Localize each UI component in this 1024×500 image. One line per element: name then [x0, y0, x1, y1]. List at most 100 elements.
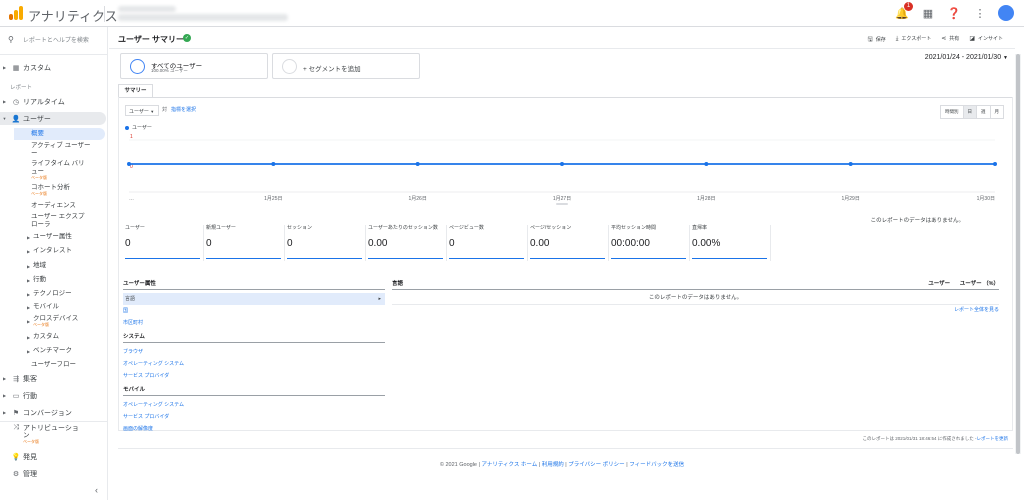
more-vert-icon[interactable]: ⋮ — [972, 5, 988, 21]
scorecard[interactable]: ページ/セッション 0.00 — [528, 223, 609, 261]
sidebar-item-technology[interactable]: テクノロジー — [33, 290, 72, 298]
scorecard[interactable]: ページビュー数 0 — [447, 223, 528, 261]
footer-link-feedback[interactable]: フィードバックを送信 — [629, 462, 684, 468]
help-icon[interactable]: ❓ — [946, 5, 962, 21]
date-range-picker[interactable]: 2021/01/24 - 2021/01/30 ▼ — [925, 54, 1008, 61]
data-point[interactable] — [848, 162, 853, 166]
avatar[interactable] — [998, 5, 1014, 21]
x-tick-label: 1月28日 — [697, 196, 715, 202]
scorecard-sparkline — [368, 257, 443, 259]
sidebar-item-user-explorer-wrap[interactable]: ローラ — [31, 221, 51, 229]
granularity-week[interactable]: 週 — [977, 106, 991, 118]
granularity-hourly[interactable]: 時間別 — [941, 106, 964, 118]
sidebar-item-acquisition[interactable]: ▶ ⇶ 集客 — [0, 372, 106, 385]
dimension-link[interactable]: ブラウザ — [123, 346, 385, 358]
behavior-icon: ▭ — [12, 392, 20, 400]
dimension-link[interactable]: 市区町村 — [123, 317, 385, 329]
sidebar-item-custom-sub[interactable]: カスタム — [33, 333, 59, 341]
scorecard[interactable]: セッション 0 — [285, 223, 366, 261]
add-segment-label: + セグメントを追加 — [303, 66, 361, 73]
sidebar-item-realtime[interactable]: ▶ ◷ リアルタイム — [0, 95, 106, 108]
data-point[interactable] — [704, 162, 709, 166]
sidebar-item-benchmark[interactable]: ベンチマーク — [33, 347, 72, 355]
sidebar-item-active-users[interactable]: アクティブ ユーザー — [31, 142, 90, 150]
segment-percentage: 100.00% ユーザー — [151, 68, 188, 73]
scorecard[interactable]: ユーザー 0 — [123, 223, 204, 261]
sidebar-item-overview[interactable]: 概要 — [14, 128, 105, 140]
dimension-group-title: モバイル — [123, 385, 385, 396]
sidebar-item-audiences[interactable]: オーディエンス — [31, 202, 76, 210]
data-point[interactable] — [560, 162, 564, 166]
scorecard[interactable]: 直帰率 0.00% — [690, 223, 771, 261]
data-point[interactable] — [993, 162, 997, 166]
sidebar-item-conversions[interactable]: ▶ ⚑ コンバージョン — [0, 406, 106, 419]
sidebar-item-interests[interactable]: インタレスト — [33, 247, 72, 255]
dimension-link[interactable]: サービス プロバイダ — [123, 411, 385, 423]
sidebar-item-label: 集客 — [23, 375, 37, 383]
sidebar-item-mobile[interactable]: モバイル — [33, 303, 59, 311]
sidebar-item-attribution[interactable]: ⤨ アトリビューショ — [0, 423, 106, 433]
dimension-link[interactable]: 国 — [123, 305, 385, 317]
select-metric-link[interactable]: 指標を選択 — [171, 106, 196, 113]
dimension-link[interactable]: 画面の解像度 — [123, 423, 385, 435]
refresh-report-link[interactable]: レポートを更新 — [977, 436, 1009, 441]
account-name-redacted[interactable] — [118, 6, 176, 12]
data-point[interactable] — [415, 162, 420, 166]
sidebar-item-user-explorer[interactable]: ユーザー エクスプ — [31, 213, 84, 221]
search-input[interactable]: レポートとヘルプを検索 — [23, 35, 89, 44]
search-row[interactable]: ⚲ レポートとヘルプを検索 — [8, 35, 89, 44]
search-icon: ⚲ — [8, 35, 14, 44]
sidebar-item-label: 行動 — [23, 392, 37, 400]
scorecard[interactable]: 新規ユーザー 0 — [204, 223, 285, 261]
data-point[interactable] — [271, 162, 276, 166]
dimension-link[interactable]: 言語 — [123, 293, 385, 305]
footer-link-analytics-home[interactable]: アナリティクス ホーム — [481, 462, 537, 468]
property-name-redacted[interactable] — [118, 14, 288, 21]
notifications-bell-icon[interactable]: 🔔 1 — [894, 2, 913, 21]
scorecard-label: ユーザー — [125, 225, 145, 231]
range-handle[interactable] — [556, 203, 568, 205]
sidebar-item-label: 管理 — [23, 470, 37, 478]
dimension-link[interactable]: オペレーティング システム — [123, 399, 385, 411]
scorecard[interactable]: ユーザーあたりのセッション数 0.00 — [366, 223, 447, 261]
dimension-group-title: システム — [123, 332, 385, 343]
granularity-month[interactable]: 月 — [990, 106, 1003, 118]
granularity-day[interactable]: 日 — [963, 106, 977, 118]
share-button[interactable]: ⋖ 共有 — [941, 35, 959, 45]
scrollbar[interactable] — [1015, 54, 1021, 454]
sidebar-item-lifetime-value[interactable]: ライフタイム バリ — [31, 160, 85, 168]
apps-grid-icon[interactable]: ▦ — [920, 5, 936, 21]
divider — [104, 6, 105, 22]
metric-select[interactable]: ユーザー ▼ — [125, 105, 159, 116]
sidebar-item-user-flow[interactable]: ユーザーフロー — [31, 361, 76, 369]
data-point[interactable] — [127, 162, 131, 166]
sidebar-item-discover[interactable]: 💡 発見 — [0, 450, 106, 463]
view-full-report-link[interactable]: レポート全体を見る — [954, 306, 999, 313]
segment-all-users[interactable]: すべてのユーザー 100.00% ユーザー — [120, 53, 268, 79]
dimension-link[interactable]: サービス プロバイダ — [123, 370, 385, 382]
add-segment-button[interactable]: + セグメントを追加 — [272, 53, 420, 79]
date-range-label: 2021/01/24 - 2021/01/30 — [924, 54, 1002, 61]
sidebar-item-demographics[interactable]: ユーザー属性 — [33, 233, 72, 241]
copyright: © 2021 Google — [439, 462, 477, 468]
line-chart[interactable]: 10… 1月25日 1月26日 1月27日 1月28日 1月29日 1月30日 — [123, 130, 1003, 210]
sidebar-item-geo[interactable]: 地域 — [33, 262, 46, 270]
export-button[interactable]: ⤓ エクスポート — [896, 35, 932, 45]
tab-summary[interactable]: サマリー — [118, 84, 153, 97]
sidebar-item-behavior[interactable]: ▶ ▭ 行動 — [0, 389, 106, 402]
sidebar-item-active-users-wrap[interactable]: ー — [31, 150, 38, 158]
scorecard[interactable]: 平均セッション時間 00:00:00 — [609, 223, 690, 261]
sidebar-item-audience[interactable]: ▼ 👤 ユーザー — [0, 112, 106, 125]
sidebar-item-admin[interactable]: ⚙ 管理 — [0, 467, 106, 480]
sidebar-item-behavior-sub[interactable]: 行動 — [33, 276, 46, 284]
footer-link-terms[interactable]: 利用規約 — [542, 462, 564, 468]
sidebar-item-custom[interactable]: ▶ ▦ カスタム — [0, 61, 106, 74]
scrollbar-thumb[interactable] — [1016, 54, 1020, 454]
dimension-link[interactable]: オペレーティング システム — [123, 358, 385, 370]
insights-button[interactable]: ◪ インサイト — [969, 35, 1003, 45]
footer-link-privacy[interactable]: プライバシー ポリシー — [568, 462, 624, 468]
collapse-sidebar-icon[interactable]: ‹ — [95, 485, 98, 495]
save-button[interactable]: 🖫 保存 — [868, 35, 886, 45]
expand-arrow-icon: ▶ — [27, 249, 31, 254]
analytics-logo-icon[interactable] — [9, 6, 23, 20]
